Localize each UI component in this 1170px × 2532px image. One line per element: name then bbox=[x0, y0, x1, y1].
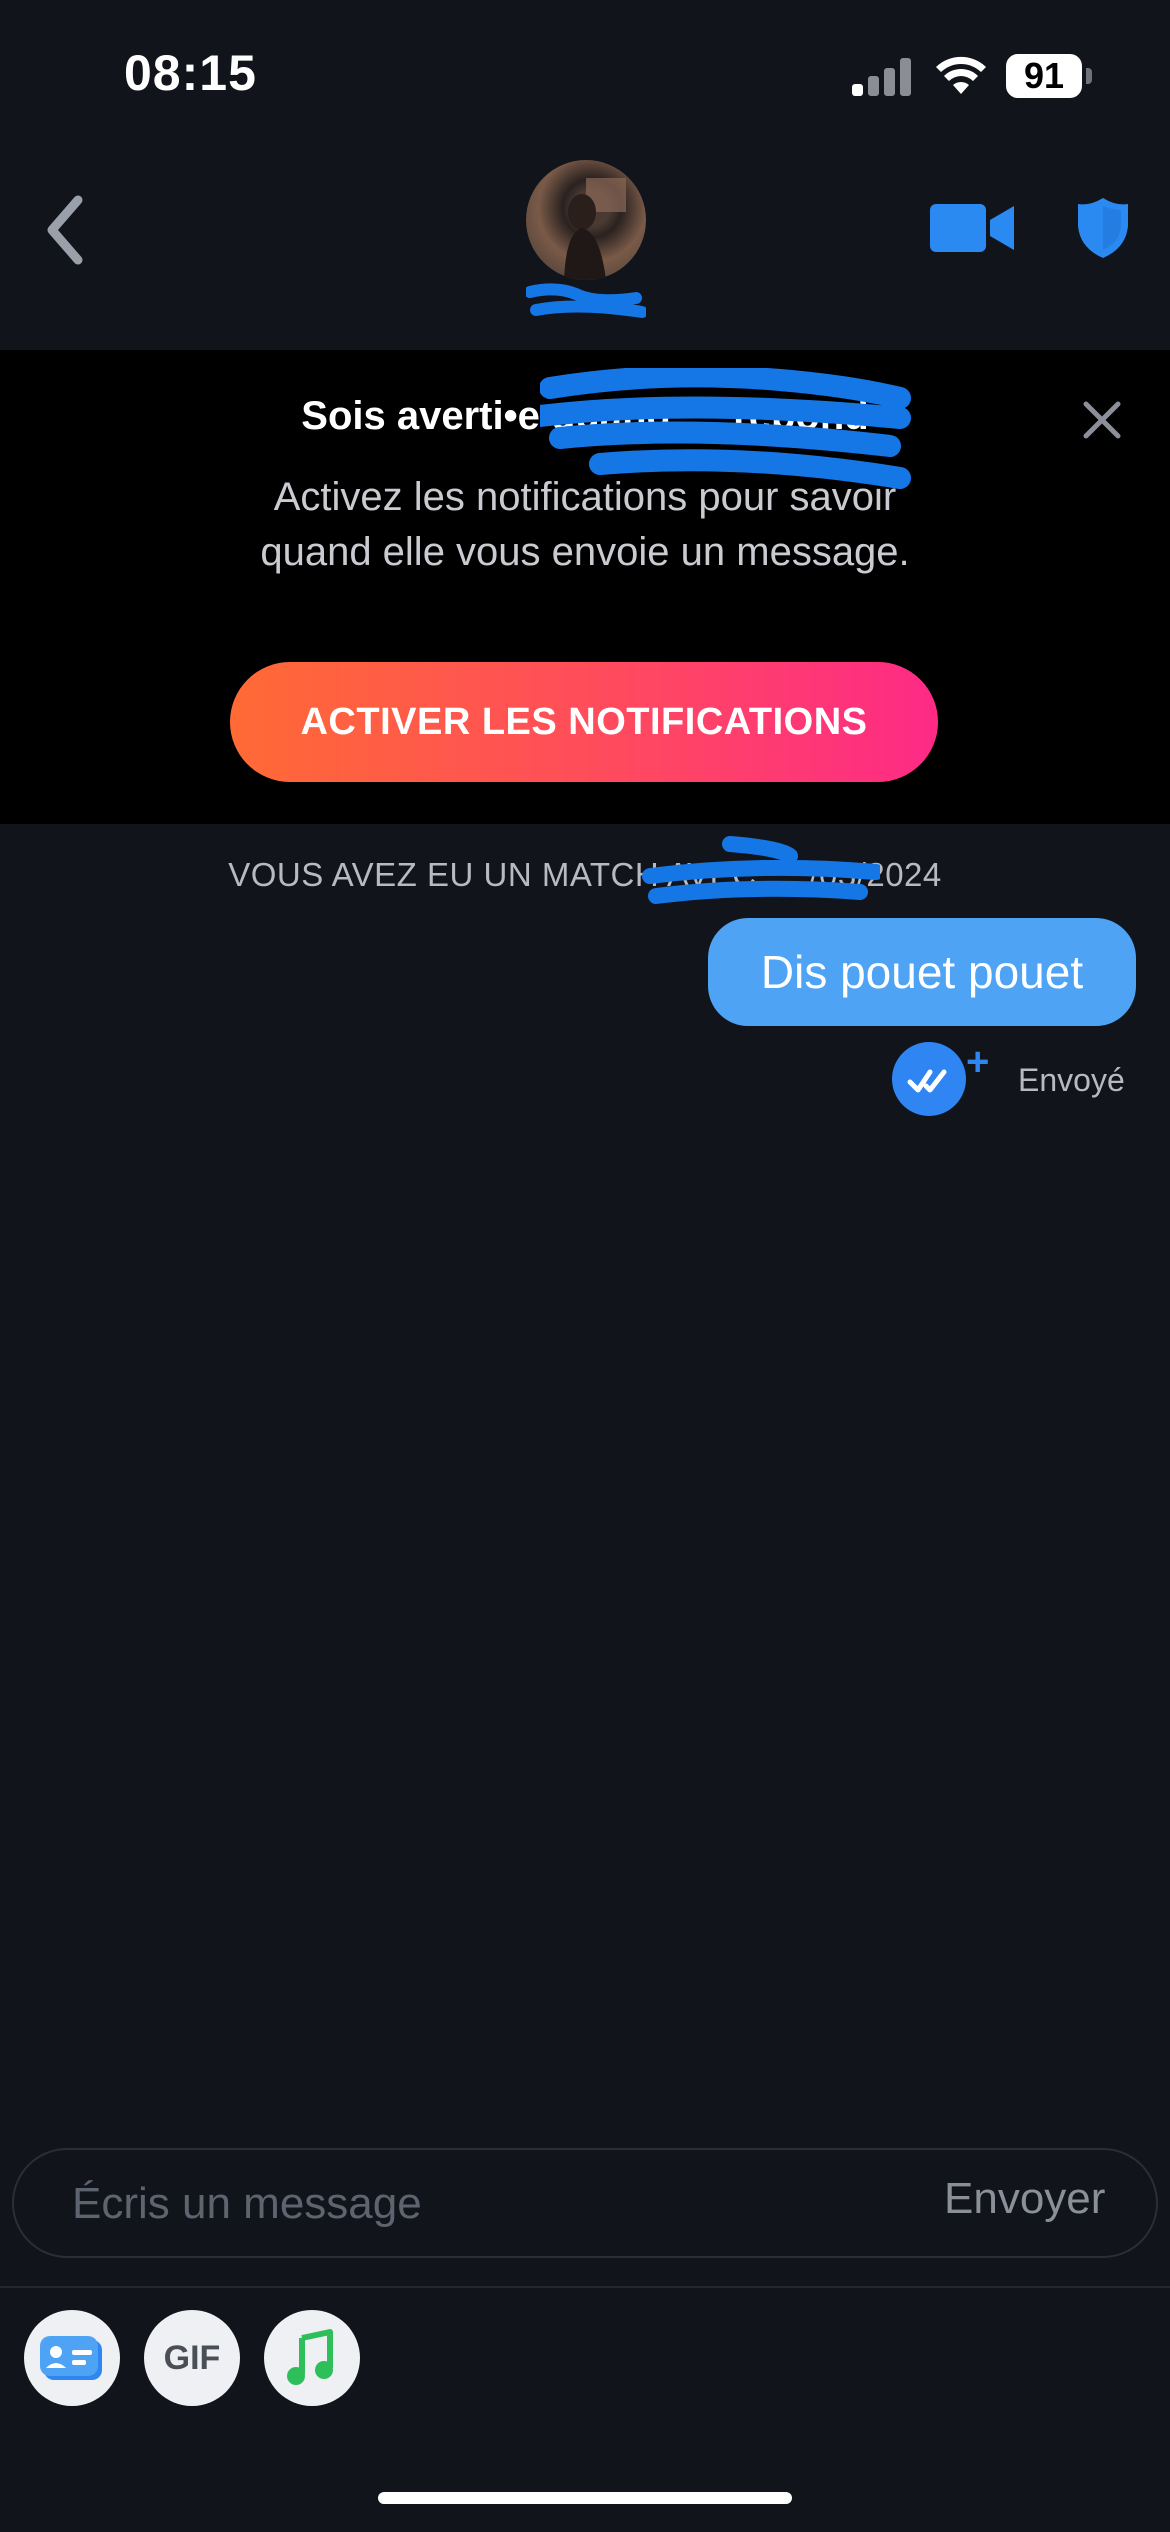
music-note-icon bbox=[287, 2329, 333, 2385]
gif-button[interactable]: GIF bbox=[144, 2310, 240, 2406]
signal-icon bbox=[852, 56, 914, 96]
chevron-left-icon[interactable] bbox=[40, 192, 90, 268]
status-time: 08:15 bbox=[124, 45, 257, 101]
send-button[interactable]: Envoyer bbox=[944, 2174, 1105, 2224]
message-status: Envoyé bbox=[1018, 1062, 1125, 1098]
match-avatar[interactable] bbox=[526, 160, 646, 280]
banner-body: Activez les notifications pour savoir qu… bbox=[260, 475, 910, 574]
wifi-icon bbox=[936, 56, 986, 94]
battery-icon: 91 bbox=[1006, 54, 1092, 100]
match-info: VOUS AVEZ EU UN MATCH AVEC … /03/2024 bbox=[228, 856, 942, 893]
plus-icon[interactable]: + bbox=[966, 1040, 989, 1085]
double-check-icon bbox=[892, 1042, 966, 1116]
id-card-icon bbox=[40, 2336, 102, 2380]
message-input[interactable] bbox=[70, 2168, 854, 2240]
shield-icon[interactable] bbox=[1076, 196, 1130, 260]
close-icon[interactable] bbox=[1080, 398, 1124, 442]
music-button[interactable] bbox=[264, 2310, 360, 2406]
profile-card-button[interactable] bbox=[24, 2310, 120, 2406]
battery-level: 91 bbox=[1006, 54, 1082, 98]
video-camera-icon[interactable] bbox=[930, 200, 1014, 256]
banner-title: Sois averti•e quand … répond bbox=[301, 394, 869, 438]
divider bbox=[0, 2286, 1170, 2288]
message-bubble[interactable]: Dis pouet pouet bbox=[708, 918, 1136, 1026]
home-indicator[interactable] bbox=[378, 2492, 792, 2504]
enable-notifications-button[interactable]: ACTIVER LES NOTIFICATIONS bbox=[230, 662, 938, 782]
redaction-scribble bbox=[526, 283, 646, 318]
